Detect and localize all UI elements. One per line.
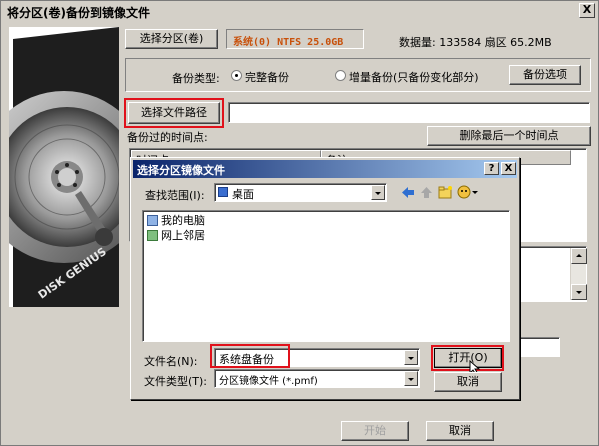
computer-icon [147, 214, 158, 226]
network-icon [147, 229, 158, 241]
notes-textarea[interactable] [516, 246, 587, 302]
extra-input[interactable] [516, 337, 560, 357]
dialog-help-button[interactable]: ? [484, 162, 499, 175]
dialog-cancel-button[interactable]: 取消 [434, 372, 502, 392]
window-close-button[interactable]: X [579, 3, 595, 18]
up-folder-icon[interactable] [420, 186, 433, 199]
list-item-label: 我的电脑 [161, 214, 205, 227]
incremental-backup-label: 增量备份(只备份变化部分) [349, 71, 479, 84]
list-item-label: 网上邻居 [161, 229, 205, 242]
select-file-path-highlight [124, 98, 224, 128]
dialog-title-bar: 选择分区镜像文件 ? X [133, 160, 517, 178]
list-item[interactable]: 网上邻居 [147, 228, 205, 242]
cancel-button[interactable]: 取消 [426, 421, 494, 441]
look-in-value: 桌面 [232, 188, 254, 201]
new-folder-icon[interactable] [438, 185, 453, 199]
filename-label: 文件名(N): [144, 355, 198, 368]
window-title: 将分区(卷)备份到镜像文件 [7, 6, 150, 20]
look-in-label: 查找范围(I): [145, 189, 205, 202]
view-menu-icon[interactable] [457, 185, 479, 199]
filename-highlight [210, 344, 290, 368]
file-path-input[interactable] [228, 102, 590, 123]
backup-type-label: 备份类型: [172, 72, 220, 85]
scroll-up-arrow-icon[interactable] [571, 248, 587, 264]
disk-genius-artwork: DISK GENIUS [9, 27, 119, 307]
selected-partition-box: 系统(0) NTFS 25.0GB [226, 29, 364, 49]
filetype-label: 文件类型(T): [144, 375, 208, 388]
filename-dropdown-arrow-icon[interactable] [404, 350, 418, 365]
look-in-combo[interactable]: 桌面 [214, 183, 387, 202]
start-button[interactable]: 开始 [341, 421, 409, 441]
list-item[interactable]: 我的电脑 [147, 213, 205, 227]
scroll-down-arrow-icon[interactable] [571, 284, 587, 300]
dialog-title: 选择分区镜像文件 [137, 164, 225, 177]
full-backup-label: 完整备份 [245, 71, 289, 84]
look-in-dropdown-arrow-icon[interactable] [371, 185, 385, 200]
desktop-icon [218, 187, 228, 197]
hard-disk-icon: DISK GENIUS [9, 27, 119, 307]
notes-scrollbar[interactable] [570, 248, 587, 300]
select-image-file-dialog: 选择分区镜像文件 ? X 查找范围(I): 桌面 我的电脑 网上邻居 文件名(N… [130, 157, 520, 400]
file-list[interactable]: 我的电脑 网上邻居 [142, 210, 510, 342]
backup-options-button[interactable]: 备份选项 [509, 65, 581, 85]
back-arrow-icon[interactable] [401, 186, 415, 199]
dialog-close-button[interactable]: X [501, 162, 516, 175]
full-backup-radio[interactable] [231, 70, 242, 81]
timepoints-label: 备份过的时间点: [127, 131, 208, 144]
window-title-bar: 将分区(卷)备份到镜像文件 X [1, 1, 598, 21]
filetype-dropdown-arrow-icon[interactable] [404, 371, 418, 386]
delete-last-timepoint-button[interactable]: 删除最后一个时间点 [427, 126, 591, 146]
open-button-highlight [431, 345, 504, 371]
select-partition-button[interactable]: 选择分区(卷) [125, 29, 218, 49]
filetype-select[interactable]: 分区镜像文件 (*.pmf) [214, 369, 420, 388]
selected-partition-text: 系统(0) NTFS 25.0GB [233, 37, 344, 48]
data-size-text: 数据量: 133584 扇区 65.2MB [399, 36, 552, 49]
filetype-value: 分区镜像文件 (*.pmf) [219, 376, 318, 387]
incremental-backup-radio[interactable] [335, 70, 346, 81]
